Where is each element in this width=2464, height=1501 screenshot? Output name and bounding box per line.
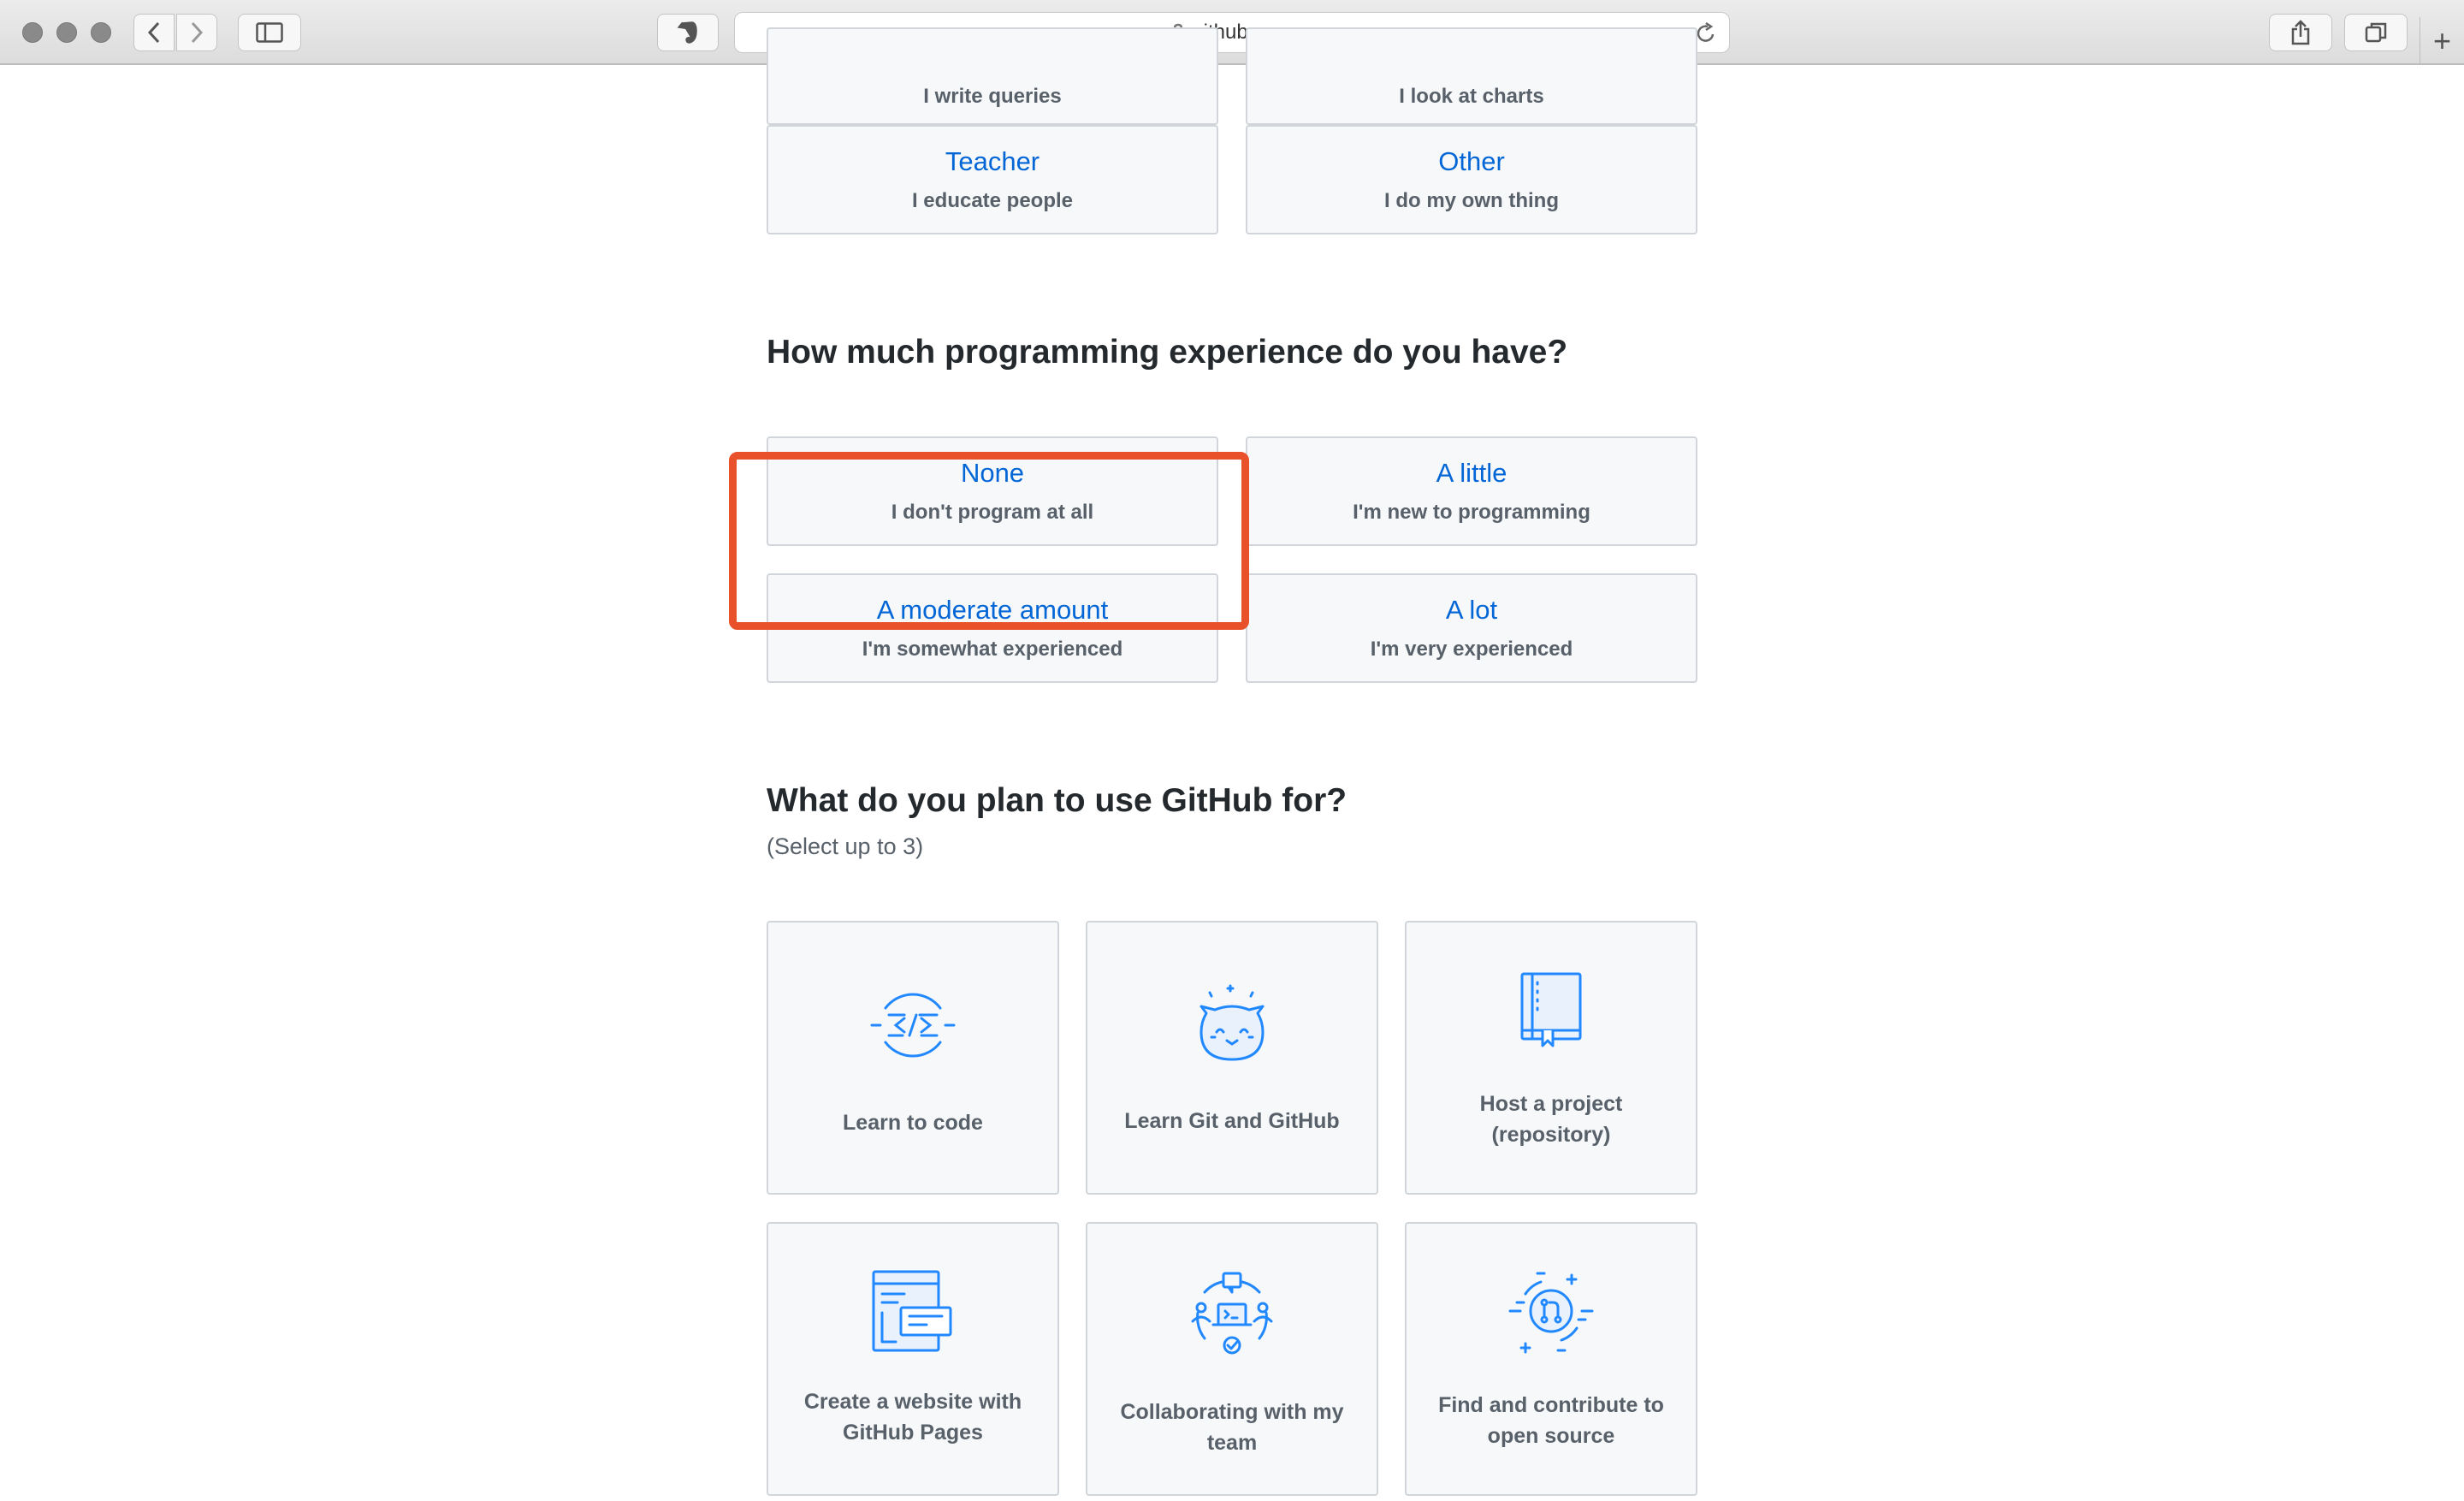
plus-icon: + (2432, 23, 2452, 58)
usage-option-learn-git[interactable]: Learn Git and GitHub (1086, 921, 1378, 1195)
share-button[interactable] (2269, 14, 2332, 51)
sidebar-icon (256, 22, 283, 43)
usage-option-label: Collaborating with my team (1120, 1400, 1344, 1455)
open-source-pull-request-icon (1508, 1272, 1594, 1354)
experience-option-title: A lot (1445, 595, 1498, 625)
share-icon (2291, 20, 2310, 45)
usage-select-note: (Select up to 3) (767, 834, 924, 859)
experience-option-title: A little (1436, 458, 1507, 488)
code-icon (870, 993, 956, 1058)
usage-option-label: Create a website with GitHub Pages (803, 1390, 1022, 1445)
role-option-subtitle: I write queries (923, 85, 1062, 108)
role-option-title: Teacher (945, 146, 1040, 176)
back-button[interactable] (133, 14, 175, 51)
experience-option-subtitle: I'm new to programming (1353, 501, 1590, 524)
experience-heading: How much programming experience do you h… (767, 334, 1568, 371)
show-tabs-button[interactable] (2344, 14, 2408, 51)
role-option-subtitle: I look at charts (1399, 85, 1544, 108)
octocat-icon (1199, 984, 1265, 1061)
page-content: I write queries I look at charts Teacher… (0, 27, 2464, 1501)
role-option-subtitle: I educate people (911, 189, 1074, 212)
forward-button[interactable] (176, 14, 217, 51)
usage-option-learn-to-code[interactable]: Learn to code (767, 921, 1059, 1195)
experience-option-title: A moderate amount (876, 595, 1109, 625)
usage-option-open-source[interactable]: Find and contribute to open source (1405, 1222, 1697, 1496)
experience-option-title: None (960, 458, 1025, 488)
zoom-window-button[interactable] (91, 22, 111, 43)
chevron-right-icon (191, 21, 204, 44)
experience-option-a-lot[interactable]: A lot I'm very experienced (1246, 573, 1697, 683)
chevron-left-icon (147, 21, 160, 44)
usage-heading: What do you plan to use GitHub for? (767, 782, 1348, 819)
usage-option-collaborate[interactable]: Collaborating with my team (1086, 1222, 1378, 1496)
role-option-teacher[interactable]: Teacher I educate people (767, 125, 1218, 234)
usage-option-label: Learn Git and GitHub (1124, 1109, 1340, 1133)
experience-option-moderate[interactable]: A moderate amount I'm somewhat experienc… (767, 573, 1218, 683)
new-tab-button[interactable]: + (2420, 17, 2464, 65)
repository-book-icon (1520, 972, 1582, 1047)
experience-option-subtitle: I'm somewhat experienced (862, 638, 1123, 661)
website-pages-icon (872, 1270, 952, 1352)
usage-option-label: Host a project (repository) (1479, 1092, 1623, 1147)
experience-option-a-little[interactable]: A little I'm new to programming (1246, 436, 1697, 546)
role-option-other[interactable]: Other I do my own thing (1246, 125, 1697, 234)
evernote-icon (677, 21, 697, 44)
usage-option-label: Learn to code (843, 1111, 983, 1135)
role-option-title: Other (1438, 146, 1505, 176)
evernote-extension-button[interactable] (657, 14, 719, 51)
sidebar-toggle-button[interactable] (238, 14, 301, 51)
experience-option-subtitle: I'm very experienced (1370, 638, 1573, 661)
usage-option-github-pages[interactable]: Create a website with GitHub Pages (767, 1222, 1059, 1496)
close-window-button[interactable] (22, 22, 43, 43)
team-collaboration-icon (1191, 1272, 1273, 1355)
role-option-card[interactable]: I write queries (767, 27, 1218, 125)
usage-option-host-project[interactable]: Host a project (repository) (1405, 921, 1697, 1195)
minimize-window-button[interactable] (56, 22, 77, 43)
tabs-overview-icon (2365, 22, 2387, 43)
browser-toolbar: github.com + (0, 0, 2464, 65)
usage-option-label: Find and contribute to open source (1438, 1393, 1664, 1448)
experience-option-subtitle: I don't program at all (891, 501, 1094, 524)
reload-icon[interactable] (1695, 21, 1717, 45)
role-option-subtitle: I do my own thing (1384, 189, 1559, 212)
role-option-card[interactable]: I look at charts (1246, 27, 1697, 125)
experience-option-none[interactable]: None I don't program at all (767, 436, 1218, 546)
